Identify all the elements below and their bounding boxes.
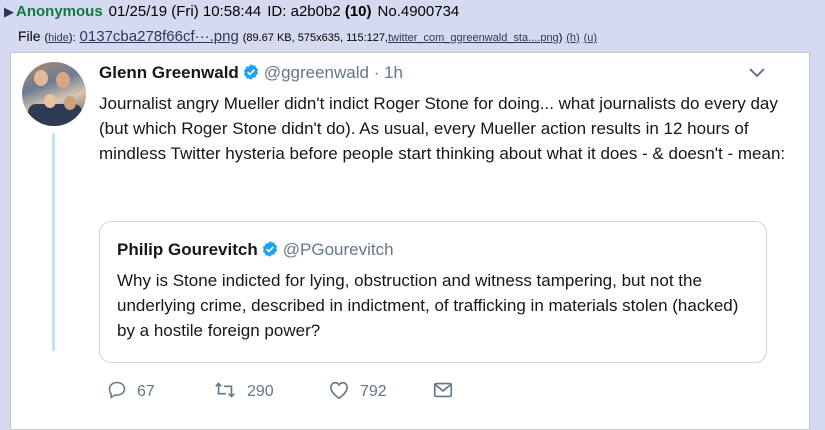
file-meta-close: ) [558, 32, 563, 44]
message-action [432, 380, 454, 404]
h-link[interactable]: (h) [566, 32, 579, 44]
thread-line [52, 133, 55, 351]
post-datetime: 01/25/19 (Fri) 10:58:44 [108, 3, 262, 20]
chevron-down-icon [747, 65, 767, 81]
quoted-author-name: Philip Gourevitch [117, 240, 258, 259]
hide-link[interactable]: hide [48, 32, 69, 44]
quoted-tweet: Philip Gourevitch @PGourevitch Why is Sto… [99, 221, 767, 363]
quoted-tweet-header: Philip Gourevitch @PGourevitch [117, 240, 394, 263]
like-count: 792 [360, 383, 387, 400]
retweet-icon [213, 380, 237, 405]
poster-id-count: (10) [344, 3, 372, 20]
post-menu-arrow-icon[interactable]: ▶ [4, 4, 14, 19]
heart-icon [328, 380, 350, 405]
envelope-icon [432, 380, 454, 405]
poster-name: Anonymous [16, 3, 103, 20]
tweet-text: Journalist angry Mueller didn't indict R… [99, 94, 786, 163]
reply-action: 67 [107, 380, 155, 404]
reply-icon [107, 380, 127, 405]
u-link[interactable]: (u) [584, 32, 597, 44]
tweet-author-name: Glenn Greenwald [99, 63, 239, 82]
tweet-screenshot-image[interactable]: Glenn Greenwald @ggreenwald · 1h Journali… [10, 52, 810, 430]
original-filename-link[interactable]: twitter_com_ggreenwald_sta....png [388, 32, 559, 44]
post-header: ▶ Anonymous 01/25/19 (Fri) 10:58:44 ID: a2b… [4, 3, 459, 20]
reply-count: 67 [137, 383, 155, 400]
retweet-count: 290 [247, 383, 274, 400]
tweet-header: Glenn Greenwald @ggreenwald · 1h [99, 63, 403, 86]
file-meta: (89.67 KB, 575x635, 115:127, [242, 32, 389, 44]
file-label: File [18, 28, 41, 44]
file-link[interactable]: 0137cba278f66cf···.png [80, 28, 239, 45]
verified-badge-icon [261, 240, 279, 263]
hide-close: ): [68, 32, 76, 44]
retweet-action: 290 [213, 380, 274, 404]
avatar [22, 62, 86, 126]
post-number[interactable]: No.4900734 [378, 3, 460, 20]
poster-id[interactable]: ID: a2b0b2 [267, 3, 340, 20]
file-info: File (hide): 0137cba278f66cf···.png (89.… [18, 28, 597, 45]
tweet-handle: @ggreenwald · 1h [263, 63, 403, 82]
quoted-tweet-text: Why is Stone indicted for lying, obstruc… [117, 271, 739, 340]
quoted-author-handle: @PGourevitch [282, 240, 394, 259]
like-action: 792 [328, 380, 387, 404]
verified-badge-icon [242, 63, 260, 86]
